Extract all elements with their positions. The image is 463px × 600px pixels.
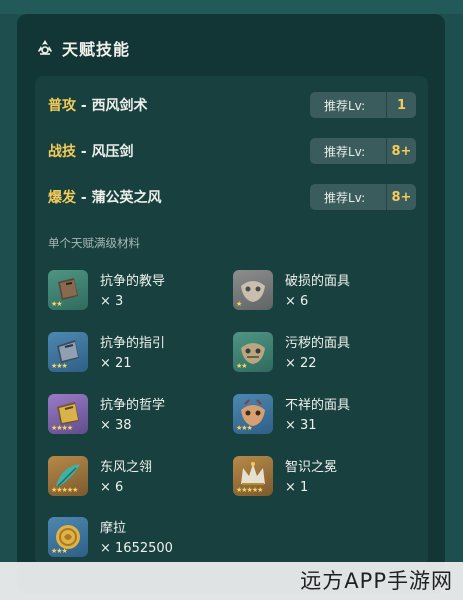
level-label: 推荐Lv: [324, 144, 366, 159]
material-count: × 31 [285, 418, 317, 433]
material-item: ★★★ 摩拉 × 1652500 [48, 517, 218, 563]
skill-separator: - [76, 144, 92, 160]
skill-type: 战技 [48, 144, 76, 160]
card-header: 天赋技能 [36, 36, 130, 60]
skill-row-elemental-skill: 战技 - 风压剑 推荐Lv: 8+ [48, 138, 416, 164]
recommended-level-badge: 推荐Lv: 8+ [310, 138, 416, 164]
material-item: ★★★★★ 智识之冕 × 1 [233, 456, 403, 502]
material-name: 摩拉 [100, 521, 127, 536]
material-count: × 38 [100, 418, 132, 433]
material-count: × 3 [100, 294, 124, 309]
skill-type: 爆发 [48, 190, 76, 206]
rarity-stars: ★★ [51, 300, 63, 308]
level-label: 推荐Lv: [324, 190, 366, 205]
material-count: × 22 [285, 356, 317, 371]
skill-title: 普攻 - 西风剑术 [48, 95, 148, 115]
material-count: × 6 [100, 480, 124, 495]
material-item: ★★ 抗争的教导 × 3 [48, 270, 218, 316]
level-label: 推荐Lv: [324, 98, 366, 113]
material-name: 抗争的哲学 [100, 398, 166, 413]
skill-name: 风压剑 [91, 144, 134, 160]
rarity-stars: ★★★★★ [51, 486, 78, 494]
material-name: 智识之冕 [285, 460, 338, 475]
card-title: 天赋技能 [62, 40, 131, 59]
skill-type: 普攻 [48, 98, 76, 114]
material-item: ★★★★★ 东风之翎 × 6 [48, 456, 218, 502]
material-count: × 1 [285, 480, 309, 495]
rarity-stars: ★★ [236, 362, 248, 370]
material-count: × 21 [100, 356, 132, 371]
material-item: ★★★★ 抗争的哲学 × 38 [48, 394, 218, 440]
material-item: ★★★ 抗争的指引 × 21 [48, 332, 218, 378]
skill-separator: - [76, 98, 92, 114]
skill-row-elemental-burst: 爆发 - 蒲公英之风 推荐Lv: 8+ [48, 184, 416, 210]
talent-icon [36, 39, 54, 57]
rarity-stars: ★★★ [236, 424, 253, 432]
rarity-stars: ★★★ [51, 362, 68, 370]
recommended-level-badge: 推荐Lv: 8+ [310, 184, 416, 210]
level-value: 8+ [391, 143, 412, 159]
rarity-stars: ★★★ [51, 547, 68, 555]
skill-title: 战技 - 风压剑 [48, 141, 134, 161]
watermark-text: 远方APP手游网 [300, 569, 453, 593]
material-name: 不祥的面具 [285, 398, 351, 413]
material-item: ★★ 污秽的面具 × 22 [233, 332, 403, 378]
level-value: 8+ [391, 189, 412, 205]
material-count: × 6 [285, 294, 309, 309]
skill-title: 爆发 - 蒲公英之风 [48, 187, 162, 207]
material-item: ★★★ 不祥的面具 × 31 [233, 394, 403, 440]
rarity-stars: ★ [236, 300, 242, 308]
page-top-band [0, 0, 463, 14]
material-item: ★ 破损的面具 × 6 [233, 270, 403, 316]
rarity-stars: ★★★★★ [236, 486, 263, 494]
rarity-stars: ★★★★ [51, 424, 73, 432]
material-name: 破损的面具 [285, 274, 351, 289]
material-count: × 1652500 [100, 541, 173, 556]
materials-header: 单个天赋满级材料 [48, 236, 140, 250]
skill-name: 西风剑术 [91, 98, 148, 114]
level-value: 1 [396, 97, 407, 113]
material-name: 东风之翎 [100, 460, 153, 475]
material-name: 抗争的指引 [100, 336, 166, 351]
skill-row-normal-attack: 普攻 - 西风剑术 推荐Lv: 1 [48, 92, 416, 118]
skill-name: 蒲公英之风 [91, 190, 162, 206]
material-name: 抗争的教导 [100, 274, 166, 289]
recommended-level-badge: 推荐Lv: 1 [310, 92, 416, 118]
skill-separator: - [76, 190, 92, 206]
material-name: 污秽的面具 [285, 336, 351, 351]
